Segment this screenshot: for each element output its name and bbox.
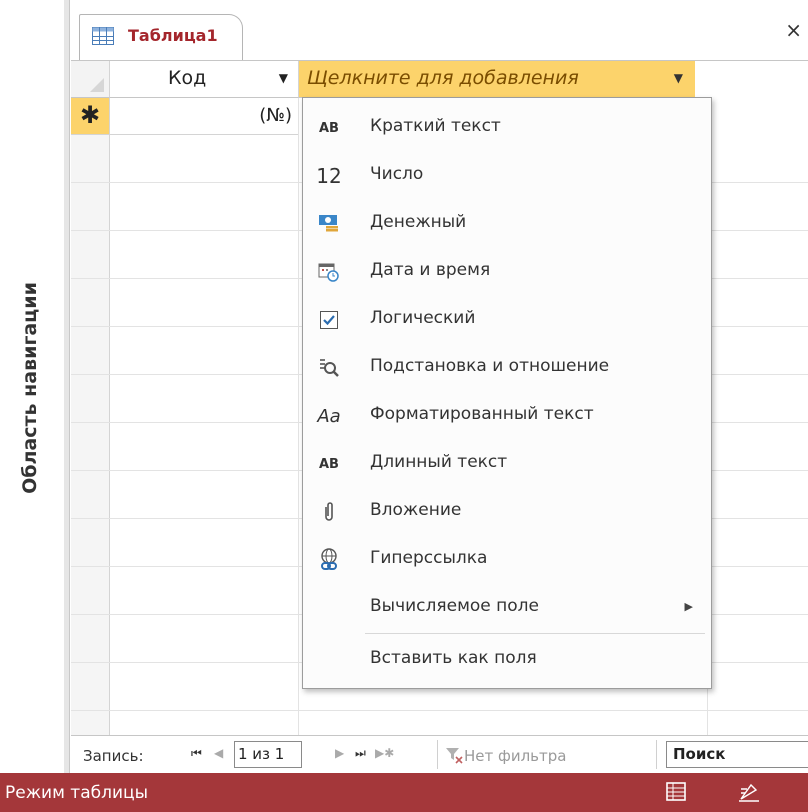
filter-status[interactable]: Нет фильтра — [464, 747, 566, 765]
menu-item-label: Вложение — [370, 500, 462, 520]
column-header-label: Щелкните для добавления — [307, 67, 579, 89]
menu-separator — [365, 633, 705, 634]
search-input[interactable]: Поиск — [666, 741, 808, 768]
currency-icon — [309, 200, 349, 248]
filter-icon[interactable] — [445, 746, 463, 764]
current-record-input[interactable]: 1 из 1 — [234, 741, 302, 768]
submenu-arrow-icon: ▶ — [684, 600, 693, 613]
menu-item-calculated-field[interactable]: Вычисляемое поле ▶ — [303, 584, 711, 632]
menu-item-label: Дата и время — [370, 260, 491, 280]
menu-item-label: Гиперссылка — [370, 548, 488, 568]
checkbox-icon — [309, 296, 349, 344]
menu-item-boolean[interactable]: Логический — [303, 296, 711, 344]
menu-item-label: Логический — [370, 308, 476, 328]
menu-item-label: Форматированный текст — [370, 404, 594, 424]
document-tab-strip: Таблица1 × — [71, 0, 808, 62]
navigation-pane-splitter[interactable] — [64, 0, 70, 773]
search-placeholder: Поиск — [673, 745, 726, 763]
chevron-down-icon[interactable]: ▼ — [674, 71, 683, 85]
menu-item-label: Краткий текст — [370, 116, 501, 136]
current-record-value: 1 из 1 — [238, 745, 285, 763]
column-header-add-field[interactable]: Щелкните для добавления ▼ — [299, 61, 695, 98]
menu-item-number[interactable]: 12 Число — [303, 152, 711, 200]
autonumber-placeholder: (№) — [259, 105, 292, 126]
column-header-label: Код — [168, 67, 207, 89]
menu-item-long-text[interactable]: AB Длинный текст — [303, 440, 711, 488]
new-record-selector[interactable]: ✱ — [71, 98, 109, 135]
prev-record-button[interactable]: ◀ — [214, 746, 223, 760]
paperclip-icon — [309, 488, 349, 536]
menu-item-date-time[interactable]: Дата и время — [303, 248, 711, 296]
grid-column-line — [298, 98, 299, 736]
menu-item-label: Подстановка и отношение — [370, 356, 610, 376]
last-record-button[interactable]: ⏭ — [355, 746, 366, 761]
status-bar: Режим таблицы — [0, 773, 808, 812]
rich-text-icon: Aa — [317, 405, 341, 427]
menu-item-paste-as-fields[interactable]: Вставить как поля — [303, 636, 711, 684]
tab-table1[interactable]: Таблица1 — [79, 14, 243, 61]
number-icon: 12 — [316, 164, 342, 188]
toolbar-separator — [437, 740, 438, 769]
column-header-kod[interactable]: Код ▼ — [110, 61, 299, 98]
hyperlink-icon — [309, 536, 349, 584]
menu-item-lookup[interactable]: Подстановка и отношение — [303, 344, 711, 392]
menu-item-label: Вставить как поля — [370, 648, 537, 668]
menu-item-hyperlink[interactable]: Гиперссылка — [303, 536, 711, 584]
menu-item-label: Вычисляемое поле — [370, 596, 540, 616]
cell-kod[interactable]: (№) — [110, 98, 299, 135]
menu-item-attachment[interactable]: Вложение — [303, 488, 711, 536]
grid-row-line — [71, 710, 808, 711]
menu-item-label: Число — [370, 164, 424, 184]
record-navigation-bar: Запись: ⏮ ◀ 1 из 1 ▶ ⏭ ▶✱ Нет фильтра По… — [71, 735, 808, 774]
next-record-button[interactable]: ▶ — [335, 746, 344, 760]
menu-item-short-text[interactable]: AB Краткий текст — [303, 104, 711, 152]
chevron-down-icon[interactable]: ▼ — [279, 71, 288, 85]
new-record-icon: ✱ — [80, 101, 101, 129]
close-icon[interactable]: × — [785, 18, 802, 42]
new-record-button[interactable]: ▶✱ — [375, 746, 394, 760]
field-type-menu: AB Краткий текст 12 Число Денежный Дата … — [302, 97, 712, 689]
lookup-icon — [309, 344, 349, 392]
record-label: Запись: — [83, 747, 144, 765]
toolbar-separator — [656, 740, 657, 769]
calendar-clock-icon — [309, 248, 349, 296]
navigation-pane[interactable]: Область навигации — [0, 0, 65, 773]
menu-item-currency[interactable]: Денежный — [303, 200, 711, 248]
design-view-icon[interactable] — [735, 779, 763, 805]
datasheet-view-icon[interactable] — [662, 779, 690, 805]
first-record-button[interactable]: ⏮ — [191, 746, 202, 761]
tab-title: Таблица1 — [128, 26, 218, 45]
table-icon — [92, 27, 114, 45]
row-selector-column[interactable] — [71, 98, 110, 736]
navigation-pane-title[interactable]: Область навигации — [19, 282, 41, 494]
menu-item-rich-text[interactable]: Aa Форматированный текст — [303, 392, 711, 440]
menu-item-label: Денежный — [370, 212, 467, 232]
select-all-corner[interactable] — [71, 61, 110, 98]
long-text-icon: AB — [319, 456, 339, 472]
short-text-icon: AB — [319, 120, 339, 136]
menu-item-label: Длинный текст — [370, 452, 508, 472]
view-mode-label: Режим таблицы — [5, 783, 149, 803]
